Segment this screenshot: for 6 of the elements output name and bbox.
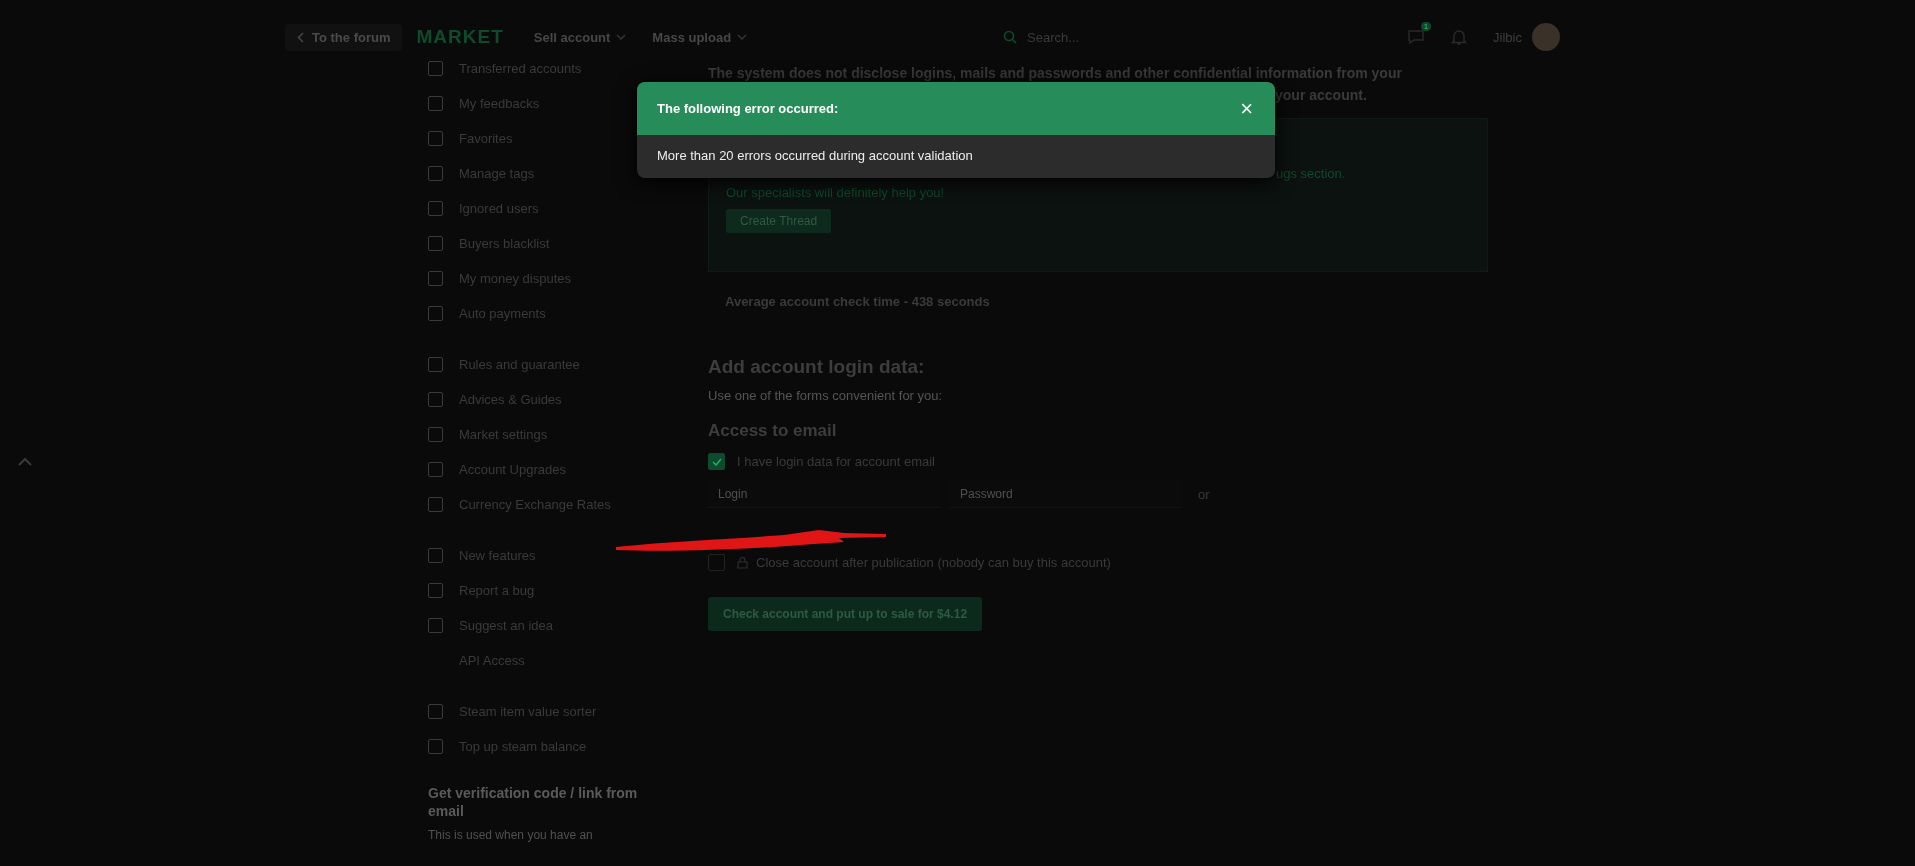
message-count: 1 bbox=[1420, 22, 1432, 31]
error-message: More than 20 errors occurred during account validation bbox=[656, 147, 974, 165]
section-title: Get verification code / link from email bbox=[427, 784, 639, 820]
dialog-title: The following error occurred: bbox=[657, 101, 839, 116]
section-text: This is used when you have an bbox=[427, 828, 594, 842]
hint-text: Use one of the forms convenient for you: bbox=[708, 388, 944, 403]
